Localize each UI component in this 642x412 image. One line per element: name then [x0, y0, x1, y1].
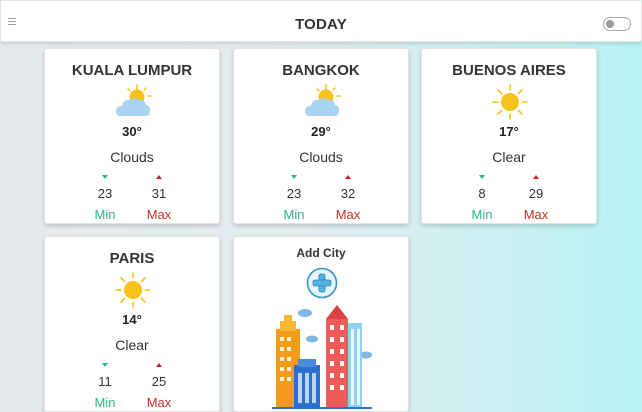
min-value: 23 — [286, 186, 302, 201]
weather-description: Clouds — [299, 149, 343, 165]
arrow-up-icon — [345, 175, 351, 179]
arrow-down-icon — [479, 175, 485, 179]
max-label: Max — [335, 207, 361, 222]
partly-cloudy-icon — [304, 84, 341, 117]
sun-icon — [115, 272, 151, 308]
arrow-down-icon — [291, 175, 297, 179]
top-bar: TODAY — [0, 0, 642, 42]
city-card-kuala-lumpur[interactable]: KUALA LUMPUR 30° Clouds 23 Min 31 Max — [44, 48, 220, 224]
min-label: Min — [94, 207, 116, 222]
max-temp: 25 Max — [139, 357, 179, 410]
max-label: Max — [523, 207, 549, 222]
add-city-label: Add City — [296, 246, 346, 260]
min-temp: 23 Min — [85, 169, 125, 222]
max-value: 31 — [151, 186, 167, 201]
max-label: Max — [146, 395, 172, 410]
arrow-up-icon — [533, 175, 539, 179]
min-label: Min — [471, 207, 493, 222]
temperature: 17° — [499, 124, 519, 139]
min-label: Min — [283, 207, 305, 222]
city-card-bangkok[interactable]: BANGKOK 29° Clouds 23 Min 32 Max — [233, 48, 409, 224]
min-label: Min — [94, 395, 116, 410]
arrow-up-icon — [156, 363, 162, 367]
city-card-paris[interactable]: PARIS 14° Clear 11 Min 25 Max — [44, 236, 220, 412]
max-temp: 31 Max — [139, 169, 179, 222]
min-value: 23 — [97, 186, 113, 201]
max-value: 25 — [151, 374, 167, 389]
temperature: 29° — [311, 124, 331, 139]
max-temp: 32 Max — [328, 169, 368, 222]
temperature: 30° — [122, 124, 142, 139]
city-name: BANGKOK — [282, 62, 360, 79]
weather-description: Clear — [115, 337, 149, 353]
arrow-down-icon — [102, 175, 108, 179]
city-card-buenos-aires[interactable]: BUENOS AIRES 17° Clear 8 Min 29 Max — [421, 48, 597, 224]
max-label: Max — [146, 207, 172, 222]
min-value: 8 — [478, 186, 486, 201]
min-temp: 23 Min — [274, 169, 314, 222]
sun-icon — [492, 84, 528, 120]
city-name: KUALA LUMPUR — [71, 62, 193, 79]
max-value: 32 — [340, 186, 356, 201]
plus-circle-icon[interactable] — [306, 267, 338, 299]
add-city-card[interactable]: Add City — [233, 236, 409, 412]
toggle-knob — [606, 20, 614, 28]
city-name: PARIS — [109, 250, 155, 267]
min-value: 11 — [98, 374, 112, 389]
city-skyline-illustration — [272, 305, 372, 409]
theme-toggle[interactable] — [603, 17, 631, 31]
max-value: 29 — [528, 186, 544, 201]
city-name: BUENOS AIRES — [452, 62, 566, 79]
weather-description: Clear — [492, 149, 526, 165]
page-title: TODAY — [295, 16, 347, 33]
arrow-up-icon — [156, 175, 162, 179]
min-temp: 8 Min — [462, 169, 502, 222]
max-temp: 29 Max — [516, 169, 556, 222]
partly-cloudy-icon — [115, 84, 152, 117]
temperature: 14° — [122, 312, 142, 327]
min-temp: 11 Min — [85, 357, 125, 410]
weather-description: Clouds — [110, 149, 154, 165]
arrow-down-icon — [102, 363, 108, 367]
